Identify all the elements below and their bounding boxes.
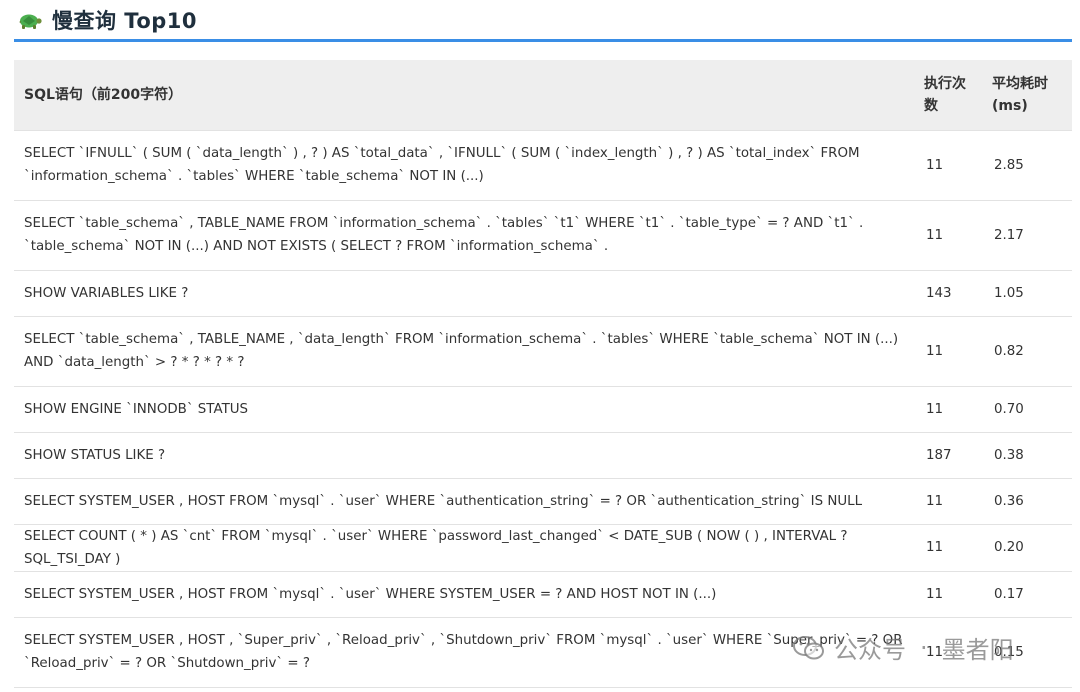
avg-cell: 0.20 xyxy=(982,523,1072,571)
sql-cell: SELECT `table_schema` , TABLE_NAME , `da… xyxy=(14,315,914,386)
table-row: SELECT SYSTEM_USER , HOST FROM `mysql` .… xyxy=(14,570,1072,617)
table-row: SHOW VARIABLES LIKE ? 143 1.05 xyxy=(14,269,1072,316)
header-divider xyxy=(14,39,1072,42)
count-cell: 143 xyxy=(914,269,982,316)
sql-cell: SHOW ENGINE `INNODB` STATUS xyxy=(14,385,914,432)
table-row: SELECT COUNT ( * ) AS `cnt` FROM `mysql`… xyxy=(14,523,1072,571)
sql-cell: SHOW STATUS LIKE ? xyxy=(14,431,914,478)
avg-cell: 0.17 xyxy=(982,570,1072,617)
slow-query-table: SQL语句（前200字符） 执行次数 平均耗时(ms) SELECT `IFNU… xyxy=(14,60,1072,688)
count-cell: 11 xyxy=(914,129,982,200)
column-header-avg: 平均耗时(ms) xyxy=(982,60,1072,130)
avg-cell: 2.85 xyxy=(982,129,1072,200)
avg-cell: 1.05 xyxy=(982,269,1072,316)
avg-cell: 0.70 xyxy=(982,385,1072,432)
count-cell: 187 xyxy=(914,431,982,478)
table-header-row: SQL语句（前200字符） 执行次数 平均耗时(ms) xyxy=(14,60,1072,130)
table-row: SELECT `table_schema` , TABLE_NAME FROM … xyxy=(14,199,1072,270)
sql-cell: SELECT `table_schema` , TABLE_NAME FROM … xyxy=(14,199,914,270)
avg-cell: 0.82 xyxy=(982,315,1072,386)
table-row: SELECT `IFNULL` ( SUM ( `data_length` ) … xyxy=(14,129,1072,200)
sql-cell: SELECT `IFNULL` ( SUM ( `data_length` ) … xyxy=(14,129,914,200)
sql-cell: SELECT SYSTEM_USER , HOST FROM `mysql` .… xyxy=(14,477,914,524)
turtle-icon xyxy=(19,14,42,29)
avg-cell: 0.15 xyxy=(982,616,1072,688)
slow-query-table-container: SQL语句（前200字符） 执行次数 平均耗时(ms) SELECT `IFNU… xyxy=(14,60,1072,688)
count-cell: 11 xyxy=(914,477,982,524)
count-cell: 11 xyxy=(914,199,982,270)
sql-cell: SELECT COUNT ( * ) AS `cnt` FROM `mysql`… xyxy=(14,523,914,571)
count-cell: 11 xyxy=(914,523,982,571)
table-row: SELECT `table_schema` , TABLE_NAME , `da… xyxy=(14,315,1072,386)
avg-cell: 2.17 xyxy=(982,199,1072,270)
column-header-count: 执行次数 xyxy=(914,60,982,130)
page-header: 慢查询 Top10 xyxy=(14,0,1072,40)
sql-cell: SELECT SYSTEM_USER , HOST , `Super_priv`… xyxy=(14,616,914,688)
table-row: SHOW STATUS LIKE ? 187 0.38 xyxy=(14,431,1072,478)
count-cell: 11 xyxy=(914,570,982,617)
sql-cell: SHOW VARIABLES LIKE ? xyxy=(14,269,914,316)
count-cell: 11 xyxy=(914,616,982,688)
sql-cell: SELECT SYSTEM_USER , HOST FROM `mysql` .… xyxy=(14,570,914,617)
column-header-sql: SQL语句（前200字符） xyxy=(14,60,914,130)
count-cell: 11 xyxy=(914,385,982,432)
table-row: SELECT SYSTEM_USER , HOST , `Super_priv`… xyxy=(14,616,1072,688)
table-row: SELECT SYSTEM_USER , HOST FROM `mysql` .… xyxy=(14,477,1072,524)
avg-cell: 0.38 xyxy=(982,431,1072,478)
count-cell: 11 xyxy=(914,315,982,386)
page-title: 慢查询 Top10 xyxy=(52,9,198,33)
avg-cell: 0.36 xyxy=(982,477,1072,524)
table-row: SHOW ENGINE `INNODB` STATUS 11 0.70 xyxy=(14,385,1072,432)
